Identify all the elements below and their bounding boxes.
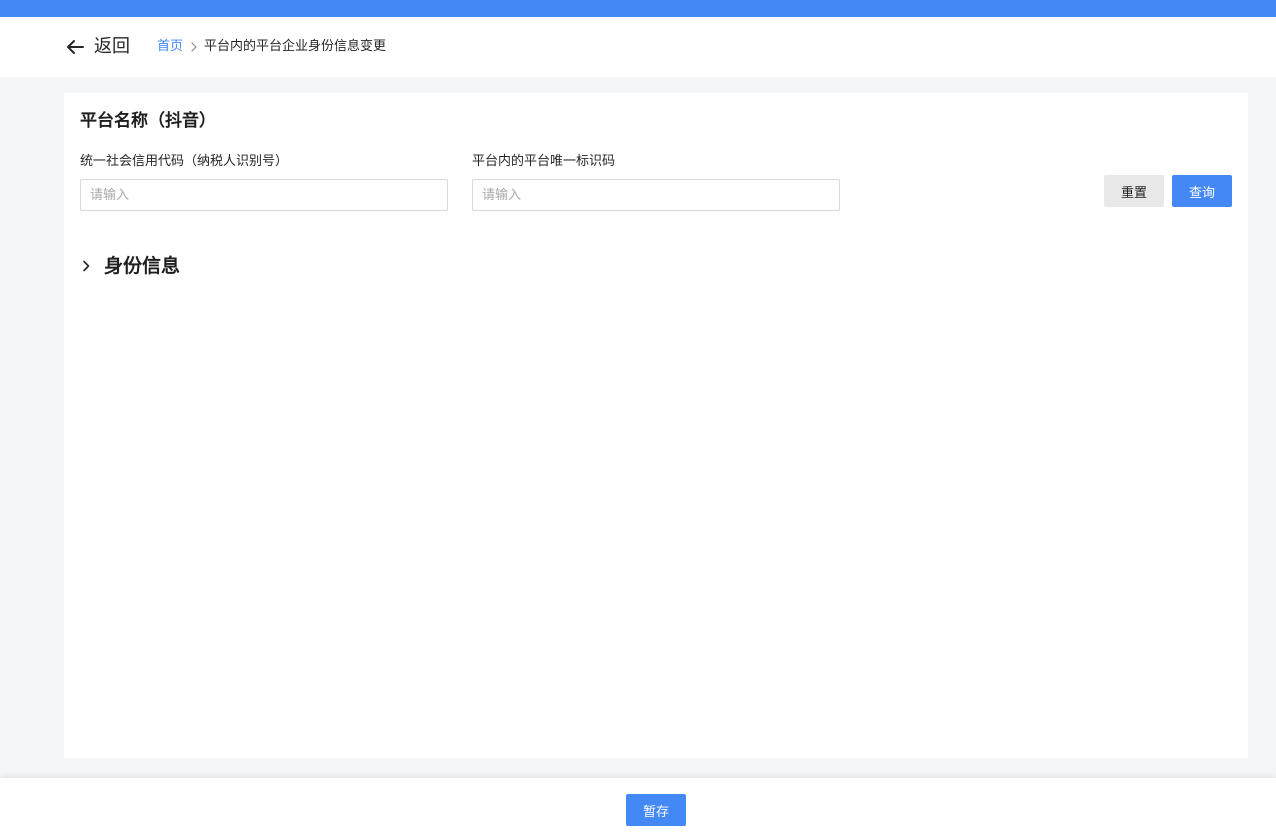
platform-id-label: 平台内的平台唯一标识码: [472, 154, 616, 169]
main-card: 平台名称（抖音） 统一社会信用代码（纳税人识别号） 平台内的平台唯一标识码 重置…: [64, 93, 1248, 758]
back-label: 返回: [94, 36, 130, 57]
platform-id-input[interactable]: [472, 179, 840, 211]
reset-button[interactable]: 重置: [1104, 175, 1164, 207]
query-button[interactable]: 查询: [1172, 175, 1232, 207]
breadcrumb: 首页 平台内的平台企业身份信息变更: [157, 38, 386, 56]
footer-bar: 暂存: [0, 778, 1276, 838]
page-title: 平台名称（抖音）: [80, 111, 216, 131]
identity-section-toggle[interactable]: 身份信息: [82, 253, 180, 279]
credit-code-label: 统一社会信用代码（纳税人识别号）: [80, 154, 289, 169]
section-title: 身份信息: [104, 255, 181, 277]
breadcrumb-current: 平台内的平台企业身份信息变更: [204, 39, 387, 54]
chevron-right-icon: [83, 260, 90, 272]
breadcrumb-home-link[interactable]: 首页: [157, 38, 183, 56]
back-button[interactable]: 返回: [66, 35, 130, 59]
credit-code-input[interactable]: [80, 179, 448, 211]
navigation-bar: 返回 首页 平台内的平台企业身份信息变更: [0, 17, 1276, 77]
arrow-left-icon: [67, 40, 84, 54]
save-draft-button[interactable]: 暂存: [626, 794, 686, 826]
top-accent-bar: [0, 0, 1276, 17]
chevron-right-icon: [191, 42, 197, 52]
